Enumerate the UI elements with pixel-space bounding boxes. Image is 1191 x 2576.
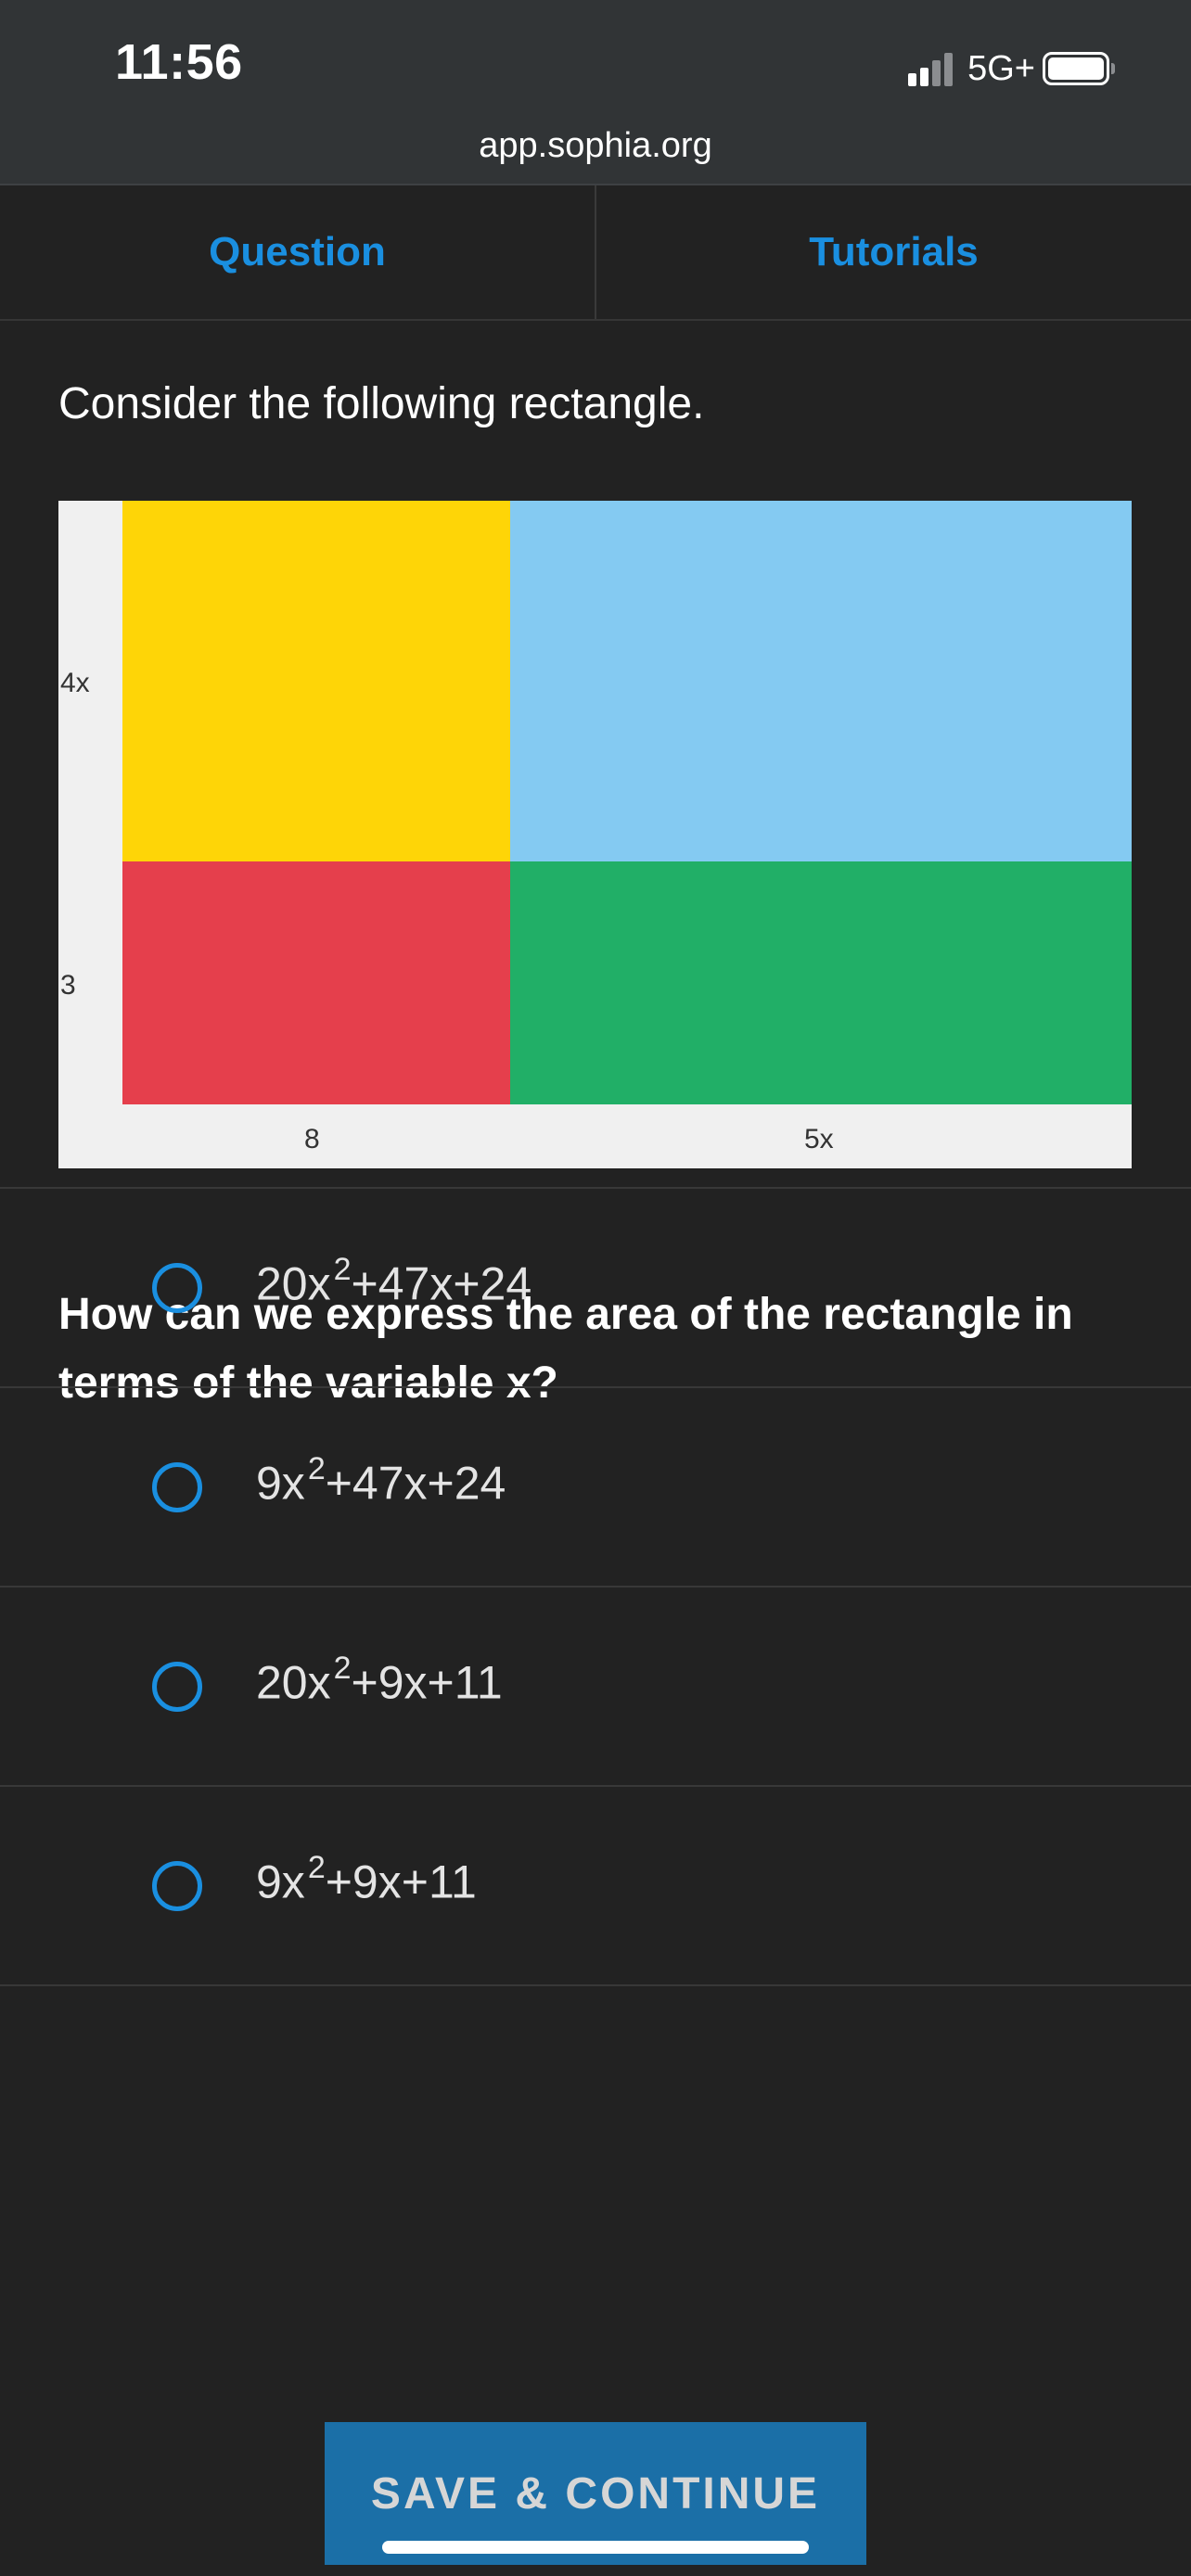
label-height-3: 3 bbox=[60, 970, 76, 1001]
radio-button[interactable] bbox=[152, 1462, 202, 1512]
radio-button[interactable] bbox=[152, 1263, 202, 1313]
status-bar: 11:56 5G+ app.sophia.org bbox=[0, 0, 1191, 185]
rect-bottom-right bbox=[510, 861, 1132, 1104]
status-time: 11:56 bbox=[115, 34, 243, 90]
battery-fill bbox=[1048, 57, 1104, 80]
signal-icon bbox=[908, 51, 956, 86]
home-indicator[interactable] bbox=[382, 2541, 809, 2554]
url-bar[interactable]: app.sophia.org bbox=[0, 126, 1191, 166]
answer-expression: 20x2+9x+11 bbox=[256, 1651, 503, 1709]
network-label: 5G+ bbox=[967, 48, 1035, 88]
answer-option-2[interactable]: 9x2+47x+24 bbox=[0, 1388, 1191, 1588]
tab-question[interactable]: Question bbox=[0, 185, 595, 319]
answer-option-3[interactable]: 20x2+9x+11 bbox=[0, 1588, 1191, 1787]
answer-option-1[interactable]: 20x2+47x+24 bbox=[0, 1189, 1191, 1388]
rect-top-right bbox=[510, 501, 1132, 861]
tab-tutorials[interactable]: Tutorials bbox=[595, 185, 1191, 319]
rect-bottom-left bbox=[122, 861, 510, 1104]
label-width-5x: 5x bbox=[804, 1124, 834, 1154]
rectangle-figure: 4x 3 8 5x bbox=[58, 501, 1132, 1168]
answer-options: 20x2+47x+24 9x2+47x+24 20x2+9x+11 9x2+9x… bbox=[0, 1187, 1191, 1986]
radio-button[interactable] bbox=[152, 1662, 202, 1712]
battery-tip bbox=[1111, 63, 1115, 74]
tab-bar: Question Tutorials bbox=[0, 185, 1191, 321]
answer-option-4[interactable]: 9x2+9x+11 bbox=[0, 1787, 1191, 1986]
battery-icon bbox=[1043, 52, 1109, 85]
answer-expression: 20x2+47x+24 bbox=[256, 1252, 532, 1310]
intro-text: Consider the following rectangle. bbox=[58, 379, 705, 428]
rect-top-left bbox=[122, 501, 510, 861]
label-height-4x: 4x bbox=[60, 668, 90, 698]
radio-button[interactable] bbox=[152, 1861, 202, 1911]
status-indicators: 5G+ bbox=[908, 43, 1115, 95]
label-width-8: 8 bbox=[304, 1124, 320, 1154]
answer-expression: 9x2+9x+11 bbox=[256, 1850, 477, 1908]
save-continue-label: SAVE & CONTINUE bbox=[370, 2469, 821, 2519]
answer-expression: 9x2+47x+24 bbox=[256, 1451, 506, 1510]
